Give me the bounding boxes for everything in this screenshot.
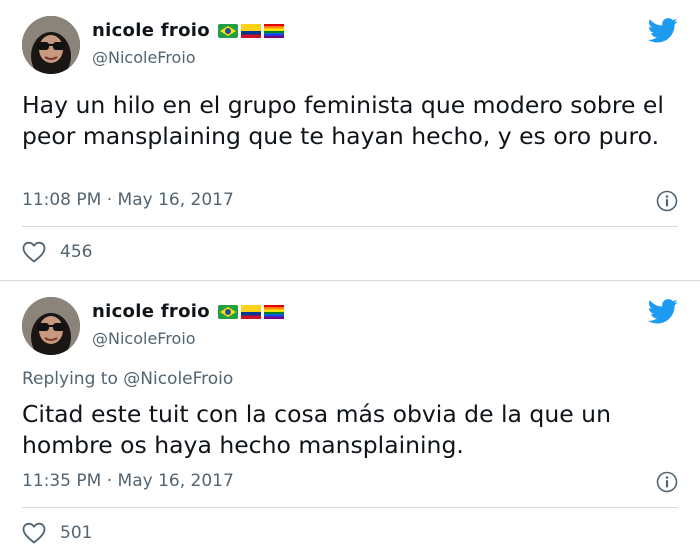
replying-to: Replying to @NicoleFroio xyxy=(22,369,233,389)
heart-icon[interactable] xyxy=(22,522,46,544)
flag-emojis xyxy=(217,23,284,38)
author-name[interactable]: nicole froio xyxy=(92,20,210,41)
tweet-card: nicole froio @NicoleFroio xyxy=(0,0,700,280)
flag-rainbow-icon xyxy=(263,304,284,319)
info-icon[interactable] xyxy=(656,190,678,212)
twitter-bird-icon[interactable] xyxy=(648,18,678,43)
flag-colombia-icon xyxy=(240,23,261,38)
like-count: 456 xyxy=(60,242,93,262)
like-action[interactable]: 501 xyxy=(22,522,92,544)
flag-colombia-icon xyxy=(240,304,261,319)
flag-brazil-icon xyxy=(217,23,238,38)
avatar[interactable] xyxy=(22,297,80,355)
tweet-text: Hay un hilo en el grupo feminista que mo… xyxy=(22,91,664,150)
tweet-text: Citad este tuit con la cosa más obvia de… xyxy=(22,400,611,459)
author-name[interactable]: nicole froio xyxy=(92,301,210,322)
author-row: nicole froio xyxy=(92,301,284,322)
author-handle[interactable]: @NicoleFroio xyxy=(92,48,196,67)
author-row: nicole froio xyxy=(92,20,284,41)
heart-icon[interactable] xyxy=(22,241,46,263)
like-count: 501 xyxy=(60,523,93,543)
avatar[interactable] xyxy=(22,16,80,74)
flag-rainbow-icon xyxy=(263,23,284,38)
divider xyxy=(22,226,678,227)
tweet-card: nicole froio @NicoleFroio xyxy=(0,280,700,560)
info-icon[interactable] xyxy=(656,471,678,493)
divider xyxy=(22,507,678,508)
tweet-timestamp[interactable]: 11:35 PM · May 16, 2017 xyxy=(22,471,234,491)
replying-to-handle[interactable]: @NicoleFroio xyxy=(123,369,233,389)
tweet-timestamp[interactable]: 11:08 PM · May 16, 2017 xyxy=(22,190,234,210)
replying-to-label: Replying to xyxy=(22,369,118,389)
flag-emojis xyxy=(217,304,284,319)
twitter-bird-icon[interactable] xyxy=(648,299,678,324)
like-action[interactable]: 456 xyxy=(22,241,92,263)
author-handle[interactable]: @NicoleFroio xyxy=(92,329,196,348)
flag-brazil-icon xyxy=(217,304,238,319)
